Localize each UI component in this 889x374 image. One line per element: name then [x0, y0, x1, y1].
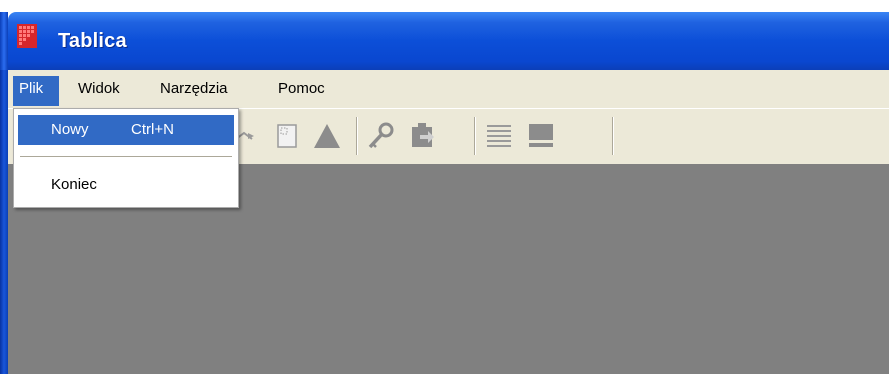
menu-item-koniec-label: Koniec: [51, 176, 97, 193]
page-icon[interactable]: [270, 119, 304, 153]
app-window: Tablica Plik Widok Narzędzia Pomoc Nowy …: [0, 0, 889, 374]
plik-dropdown-menu: Nowy Ctrl+N Koniec: [13, 108, 239, 208]
menu-separator: [20, 156, 232, 158]
menu-item-nowy-label: Nowy: [51, 121, 89, 138]
menu-bar: Plik Widok Narzędzia Pomoc: [8, 70, 889, 108]
title-bar-background: [8, 12, 889, 70]
menu-pomoc[interactable]: Pomoc: [278, 78, 325, 100]
toolbar-separator: [612, 117, 614, 155]
title-bar[interactable]: Tablica: [0, 0, 889, 70]
menu-plik[interactable]: Plik: [13, 76, 59, 106]
menu-item-koniec[interactable]: Koniec: [18, 170, 234, 200]
list-icon[interactable]: [482, 119, 516, 153]
monitor-icon[interactable]: [524, 119, 558, 153]
window-title: Tablica: [58, 30, 127, 52]
export-icon[interactable]: [406, 119, 440, 153]
window-left-border-lower: [0, 70, 8, 374]
key-icon[interactable]: [364, 119, 398, 153]
toolbar-separator: [474, 117, 476, 155]
menu-item-nowy[interactable]: Nowy Ctrl+N: [18, 115, 234, 145]
toolbar-separator: [356, 117, 358, 155]
triangle-icon[interactable]: [310, 119, 344, 153]
menu-widok[interactable]: Widok: [78, 78, 120, 100]
app-icon[interactable]: [17, 24, 37, 48]
menu-item-nowy-shortcut: Ctrl+N: [131, 121, 174, 138]
menu-narzedzia[interactable]: Narzędzia: [160, 78, 228, 100]
